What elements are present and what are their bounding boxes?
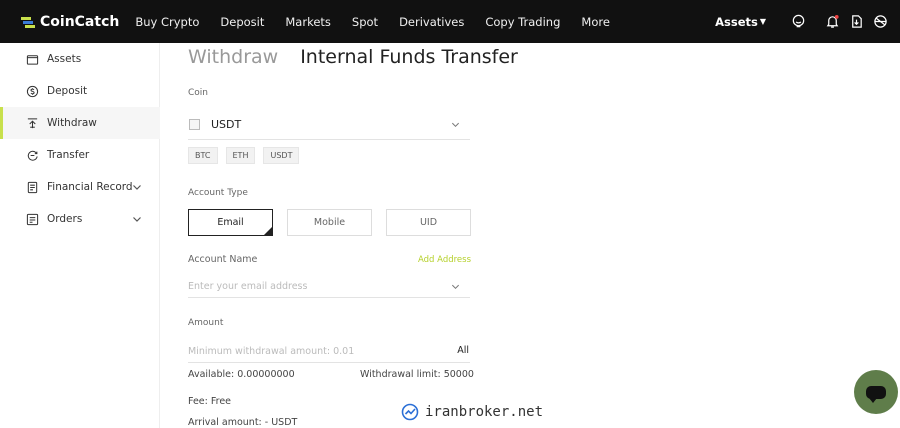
chat-button[interactable]	[854, 370, 898, 414]
logo-text: CoinCatch	[40, 13, 120, 30]
upload-icon	[26, 117, 39, 130]
chip-eth[interactable]: ETH	[225, 147, 256, 164]
chevron-down-icon	[451, 284, 460, 290]
chat-icon	[866, 385, 886, 403]
sidebar-item-withdraw[interactable]: Withdraw	[0, 107, 160, 139]
chart-logo-icon	[401, 403, 419, 421]
email-field[interactable]	[188, 275, 470, 298]
nav-deposit[interactable]: Deposit	[220, 15, 264, 29]
nav-right: Assets ▼	[715, 0, 888, 43]
available-balance: Available: 0.00000000	[188, 369, 295, 380]
watermark-text: iranbroker.net	[425, 404, 544, 420]
amount-label: Amount	[188, 318, 224, 328]
assets-label: Assets	[715, 14, 758, 29]
tab-withdraw[interactable]: Withdraw	[188, 46, 278, 68]
sidebar: Assets Deposit Withdraw Transfer Financi…	[0, 43, 160, 428]
sidebar-item-label: Assets	[47, 53, 82, 65]
nav-spot[interactable]: Spot	[352, 15, 378, 29]
account-name-label: Account Name	[188, 254, 258, 265]
sidebar-item-financial-record[interactable]: Financial Record	[0, 171, 160, 203]
all-button[interactable]: All	[457, 345, 469, 356]
account-type-email[interactable]: Email	[188, 209, 273, 236]
nav-more[interactable]: More	[581, 15, 610, 29]
support-icon[interactable]	[790, 14, 806, 30]
watermark: iranbroker.net	[401, 403, 543, 421]
coin-logo-icon	[189, 118, 200, 130]
sidebar-item-label: Transfer	[47, 149, 90, 161]
logo[interactable]: CoinCatch	[20, 14, 119, 30]
nav-markets[interactable]: Markets	[285, 15, 331, 29]
sidebar-item-orders[interactable]: Orders	[0, 203, 160, 235]
assets-dropdown[interactable]: Assets ▼	[715, 15, 766, 29]
nav-buy-crypto[interactable]: Buy Crypto	[135, 15, 199, 29]
coin-selected: USDT	[211, 117, 242, 131]
chevron-down-icon	[133, 185, 141, 190]
nav-copy-trading[interactable]: Copy Trading	[485, 15, 560, 29]
coincatch-logo-icon	[21, 16, 35, 28]
top-nav: CoinCatch Buy Crypto Deposit Markets Spo…	[0, 0, 900, 43]
coin-select[interactable]: USDT	[188, 109, 470, 140]
sidebar-item-label: Deposit	[47, 85, 88, 97]
coin-label: Coin	[188, 88, 208, 98]
sidebar-item-transfer[interactable]: Transfer	[0, 139, 160, 171]
amount-field[interactable]: All	[188, 340, 470, 363]
record-icon	[26, 181, 39, 194]
sidebar-item-label: Orders	[47, 213, 83, 225]
wallet-icon	[26, 53, 39, 66]
arrival-amount: Arrival amount: - USDT	[188, 417, 298, 428]
globe-icon[interactable]	[872, 14, 888, 30]
sidebar-item-assets[interactable]: Assets	[0, 43, 160, 75]
chevron-down-icon	[451, 122, 460, 128]
fee-text: Fee: Free	[188, 396, 232, 407]
account-type-uid[interactable]: UID	[386, 209, 471, 236]
sidebar-item-deposit[interactable]: Deposit	[0, 75, 160, 107]
withdrawal-limit: Withdrawal limit: 50000	[360, 369, 474, 380]
tabs: Withdraw Internal Funds Transfer	[188, 46, 518, 68]
chip-usdt[interactable]: USDT	[263, 147, 300, 164]
nav-derivatives[interactable]: Derivatives	[399, 15, 464, 29]
add-address-link[interactable]: Add Address	[418, 255, 471, 265]
download-icon[interactable]	[848, 14, 864, 30]
bell-icon[interactable]	[824, 14, 840, 30]
account-type-label: Account Type	[188, 188, 248, 198]
account-type-group: Email Mobile UID	[188, 209, 485, 236]
chip-btc[interactable]: BTC	[188, 147, 218, 164]
sidebar-item-label: Withdraw	[47, 117, 97, 129]
chevron-down-icon	[133, 217, 141, 222]
dollar-circle-icon	[26, 85, 39, 98]
caret-down-icon: ▼	[759, 17, 766, 26]
tab-internal-funds-transfer[interactable]: Internal Funds Transfer	[300, 46, 518, 68]
transfer-icon	[26, 149, 39, 162]
orders-icon	[26, 213, 39, 226]
email-input[interactable]	[188, 275, 438, 297]
sidebar-item-label: Financial Record	[47, 181, 133, 193]
amount-input[interactable]	[188, 340, 428, 362]
account-type-mobile[interactable]: Mobile	[287, 209, 372, 236]
coin-chips: BTC ETH USDT	[188, 147, 307, 164]
